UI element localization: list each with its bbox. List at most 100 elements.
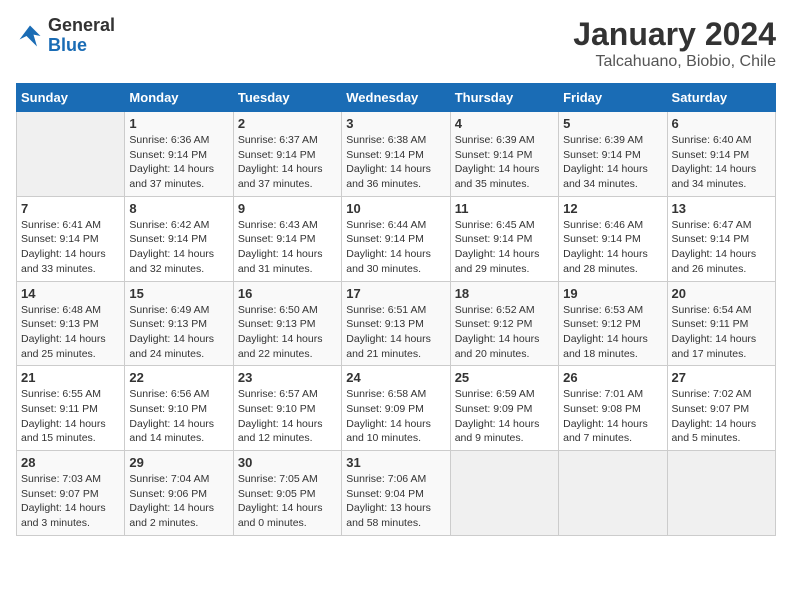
calendar-week-1: 1Sunrise: 6:36 AMSunset: 9:14 PMDaylight… (17, 112, 776, 197)
calendar-cell (17, 112, 125, 197)
day-info: Sunrise: 7:04 AMSunset: 9:06 PMDaylight:… (129, 472, 228, 531)
day-number: 2 (238, 116, 337, 131)
calendar-cell: 17 Sunrise: 6:51 AMSunset: 9:13 PMDayligh… (342, 281, 450, 366)
day-info: Sunrise: 6:52 AMSunset: 9:12 PMDaylight:… (455, 303, 554, 362)
day-info: Sunrise: 6:40 AMSunset: 9:14 PMDaylight:… (672, 133, 771, 192)
day-info: Sunrise: 6:58 AMSunset: 9:09 PMDaylight:… (346, 387, 445, 446)
day-info: Sunrise: 6:53 AMSunset: 9:12 PMDaylight:… (563, 303, 662, 362)
calendar-cell: 16 Sunrise: 6:50 AMSunset: 9:13 PMDayligh… (233, 281, 341, 366)
calendar-cell: 26 Sunrise: 7:01 AMSunset: 9:08 PMDayligh… (559, 366, 667, 451)
calendar-cell: 20Sunrise: 6:54 AMSunset: 9:11 PMDayligh… (667, 281, 775, 366)
weekday-header-row: SundayMondayTuesdayWednesdayThursdayFrid… (17, 84, 776, 112)
day-number: 23 (238, 370, 337, 385)
day-info: Sunrise: 7:05 AMSunset: 9:05 PMDaylight:… (238, 472, 337, 531)
day-number: 12 (563, 201, 662, 216)
day-number: 22 (129, 370, 228, 385)
day-number: 1 (129, 116, 228, 131)
calendar-cell: 5Sunrise: 6:39 AMSunset: 9:14 PMDaylight… (559, 112, 667, 197)
day-number: 30 (238, 455, 337, 470)
day-info: Sunrise: 6:38 AMSunset: 9:14 PMDaylight:… (346, 133, 445, 192)
day-number: 4 (455, 116, 554, 131)
day-number: 10 (346, 201, 445, 216)
day-info: Sunrise: 6:49 AMSunset: 9:13 PMDaylight:… (129, 303, 228, 362)
day-number: 3 (346, 116, 445, 131)
day-info: Sunrise: 6:45 AMSunset: 9:14 PMDaylight:… (455, 218, 554, 277)
day-info: Sunrise: 6:55 AMSunset: 9:11 PMDaylight:… (21, 387, 120, 446)
calendar-cell: 4Sunrise: 6:39 AMSunset: 9:14 PMDaylight… (450, 112, 558, 197)
calendar-week-4: 21Sunrise: 6:55 AMSunset: 9:11 PMDayligh… (17, 366, 776, 451)
day-number: 5 (563, 116, 662, 131)
calendar-week-3: 14 Sunrise: 6:48 AMSunset: 9:13 PMDayligh… (17, 281, 776, 366)
month-year-title: January 2024 (573, 16, 776, 53)
logo: General Blue (16, 16, 115, 56)
day-info: Sunrise: 7:01 AMSunset: 9:08 PMDaylight:… (563, 387, 662, 446)
calendar-cell: 21Sunrise: 6:55 AMSunset: 9:11 PMDayligh… (17, 366, 125, 451)
calendar-cell: 10 Sunrise: 6:44 AMSunset: 9:14 PMDayligh… (342, 196, 450, 281)
calendar-cell: 6 Sunrise: 6:40 AMSunset: 9:14 PMDaylight… (667, 112, 775, 197)
day-info: Sunrise: 6:41 AMSunset: 9:14 PMDaylight:… (21, 218, 120, 277)
calendar-cell: 18Sunrise: 6:52 AMSunset: 9:12 PMDayligh… (450, 281, 558, 366)
day-info: Sunrise: 6:59 AMSunset: 9:09 PMDaylight:… (455, 387, 554, 446)
day-info: Sunrise: 6:54 AMSunset: 9:11 PMDaylight:… (672, 303, 771, 362)
day-info: Sunrise: 6:51 AMSunset: 9:13 PMDaylight:… (346, 303, 445, 362)
weekday-thursday: Thursday (450, 84, 558, 112)
calendar-cell (559, 451, 667, 536)
day-number: 15 (129, 286, 228, 301)
day-info: Sunrise: 6:37 AMSunset: 9:14 PMDaylight:… (238, 133, 337, 192)
weekday-wednesday: Wednesday (342, 84, 450, 112)
calendar-week-5: 28 Sunrise: 7:03 AMSunset: 9:07 PMDayligh… (17, 451, 776, 536)
calendar-cell: 2 Sunrise: 6:37 AMSunset: 9:14 PMDaylight… (233, 112, 341, 197)
day-number: 19 (563, 286, 662, 301)
calendar-cell: 22Sunrise: 6:56 AMSunset: 9:10 PMDayligh… (125, 366, 233, 451)
calendar-cell: 27 Sunrise: 7:02 AMSunset: 9:07 PMDayligh… (667, 366, 775, 451)
day-info: Sunrise: 6:43 AMSunset: 9:14 PMDaylight:… (238, 218, 337, 277)
day-number: 24 (346, 370, 445, 385)
day-number: 16 (238, 286, 337, 301)
day-info: Sunrise: 6:42 AMSunset: 9:14 PMDaylight:… (129, 218, 228, 277)
calendar-cell: 3 Sunrise: 6:38 AMSunset: 9:14 PMDaylight… (342, 112, 450, 197)
calendar-cell: 12 Sunrise: 6:46 AMSunset: 9:14 PMDayligh… (559, 196, 667, 281)
weekday-tuesday: Tuesday (233, 84, 341, 112)
logo-blue: Blue (48, 35, 87, 55)
logo-text: General Blue (48, 16, 115, 56)
weekday-sunday: Sunday (17, 84, 125, 112)
calendar-week-2: 7 Sunrise: 6:41 AMSunset: 9:14 PMDaylight… (17, 196, 776, 281)
calendar-cell: 11 Sunrise: 6:45 AMSunset: 9:14 PMDayligh… (450, 196, 558, 281)
day-info: Sunrise: 7:06 AMSunset: 9:04 PMDaylight:… (346, 472, 445, 531)
calendar-cell: 29 Sunrise: 7:04 AMSunset: 9:06 PMDayligh… (125, 451, 233, 536)
day-number: 14 (21, 286, 120, 301)
day-info: Sunrise: 6:46 AMSunset: 9:14 PMDaylight:… (563, 218, 662, 277)
calendar-cell: 28 Sunrise: 7:03 AMSunset: 9:07 PMDayligh… (17, 451, 125, 536)
day-info: Sunrise: 7:02 AMSunset: 9:07 PMDaylight:… (672, 387, 771, 446)
location-title: Talcahuano, Biobio, Chile (573, 53, 776, 71)
day-info: Sunrise: 6:57 AMSunset: 9:10 PMDaylight:… (238, 387, 337, 446)
day-info: Sunrise: 6:50 AMSunset: 9:13 PMDaylight:… (238, 303, 337, 362)
day-number: 26 (563, 370, 662, 385)
day-info: Sunrise: 7:03 AMSunset: 9:07 PMDaylight:… (21, 472, 120, 531)
day-number: 7 (21, 201, 120, 216)
calendar-cell: 19 Sunrise: 6:53 AMSunset: 9:12 PMDayligh… (559, 281, 667, 366)
day-info: Sunrise: 6:48 AMSunset: 9:13 PMDaylight:… (21, 303, 120, 362)
title-block: January 2024 Talcahuano, Biobio, Chile (573, 16, 776, 71)
day-number: 13 (672, 201, 771, 216)
calendar-cell: 8 Sunrise: 6:42 AMSunset: 9:14 PMDaylight… (125, 196, 233, 281)
day-number: 28 (21, 455, 120, 470)
day-info: Sunrise: 6:47 AMSunset: 9:14 PMDaylight:… (672, 218, 771, 277)
day-number: 6 (672, 116, 771, 131)
calendar-cell: 9 Sunrise: 6:43 AMSunset: 9:14 PMDaylight… (233, 196, 341, 281)
day-number: 27 (672, 370, 771, 385)
logo-icon (16, 22, 44, 50)
calendar-cell: 30 Sunrise: 7:05 AMSunset: 9:05 PMDayligh… (233, 451, 341, 536)
calendar-cell (667, 451, 775, 536)
day-number: 8 (129, 201, 228, 216)
calendar-body: 1Sunrise: 6:36 AMSunset: 9:14 PMDaylight… (17, 112, 776, 536)
day-number: 25 (455, 370, 554, 385)
day-info: Sunrise: 6:44 AMSunset: 9:14 PMDaylight:… (346, 218, 445, 277)
weekday-monday: Monday (125, 84, 233, 112)
page-header: General Blue January 2024 Talcahuano, Bi… (16, 16, 776, 71)
day-number: 9 (238, 201, 337, 216)
day-number: 29 (129, 455, 228, 470)
weekday-friday: Friday (559, 84, 667, 112)
day-number: 11 (455, 201, 554, 216)
day-number: 17 (346, 286, 445, 301)
